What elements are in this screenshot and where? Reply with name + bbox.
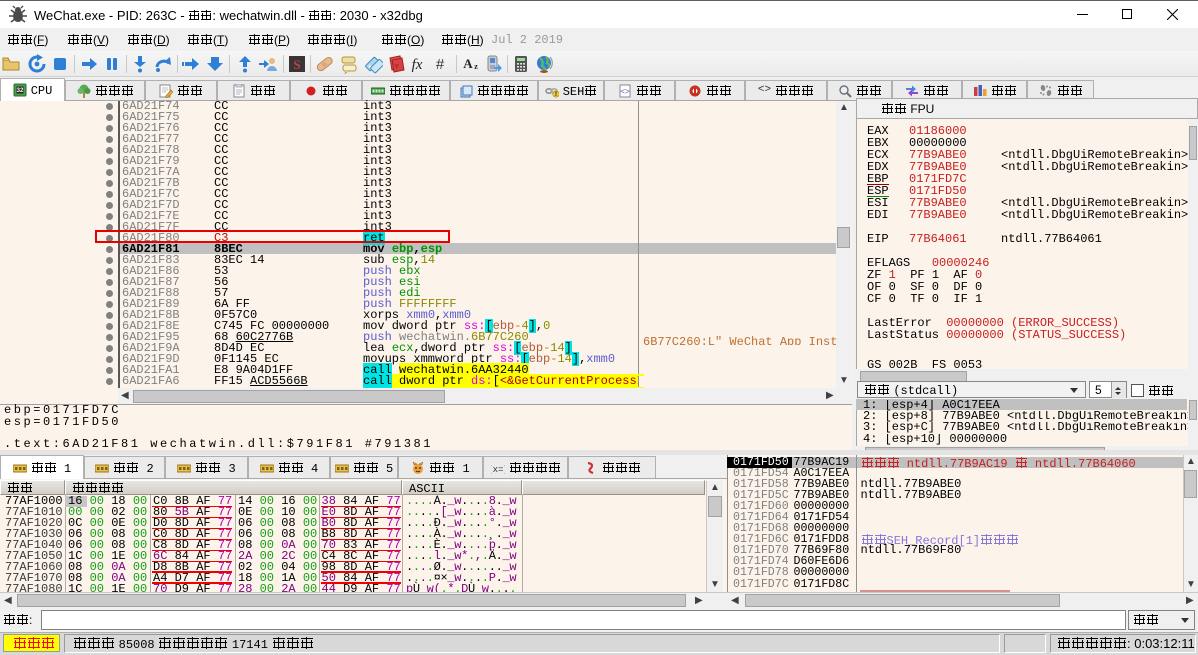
svg-text:<>: <> (620, 87, 630, 96)
svg-text:S: S (293, 57, 300, 72)
svg-text:!: ! (555, 92, 557, 98)
svg-text:[x=]: [x=] (491, 465, 505, 475)
svg-text:A: A (463, 56, 473, 71)
svg-text:fx: fx (412, 57, 423, 73)
svg-text:#: # (436, 56, 445, 73)
svg-text:z: z (474, 62, 478, 71)
svg-text:32: 32 (16, 88, 23, 94)
